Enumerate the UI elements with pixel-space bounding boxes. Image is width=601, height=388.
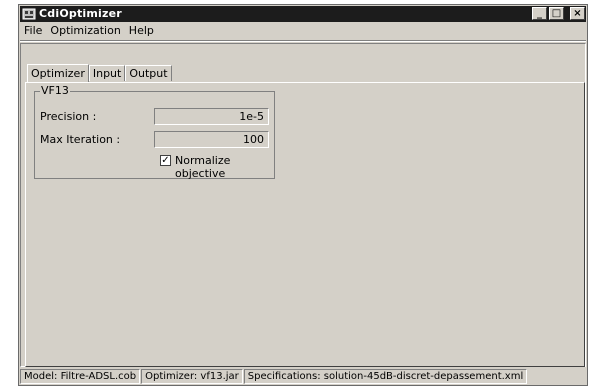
status-bar: Model: Filtre-ADSL.cob Optimizer: vf13.j… — [20, 369, 586, 384]
optimizer-panel: VF13 Precision : 1e-5 Max Iteration : 10… — [25, 82, 585, 367]
tab-strip: Optimizer Input Output — [27, 64, 172, 82]
tab-optimizer[interactable]: Optimizer — [27, 64, 89, 82]
tab-output[interactable]: Output — [125, 65, 172, 81]
status-model: Model: Filtre-ADSL.cob — [20, 369, 141, 384]
menu-divider — [20, 40, 586, 42]
maximize-button[interactable]: □ — [549, 7, 564, 20]
content-area: Optimizer Input Output VF13 Precision : … — [20, 43, 586, 367]
max-iteration-field[interactable]: 100 — [154, 131, 269, 148]
groupbox-title: VF13 — [40, 84, 70, 97]
main-window: CdiOptimizer _ □ × File Optimization Hel… — [18, 4, 588, 386]
close-button[interactable]: × — [570, 7, 585, 20]
menu-file[interactable]: File — [20, 23, 46, 39]
normalize-checkbox[interactable]: ✓ — [160, 155, 171, 166]
menu-help[interactable]: Help — [125, 23, 158, 39]
title-bar[interactable]: CdiOptimizer _ □ × — [20, 6, 586, 22]
status-optimizer: Optimizer: vf13.jar — [141, 369, 243, 384]
precision-label: Precision : — [40, 110, 97, 123]
tab-input[interactable]: Input — [88, 65, 126, 81]
max-iteration-label: Max Iteration : — [40, 133, 121, 146]
window-title: CdiOptimizer — [39, 7, 122, 20]
menu-bar: File Optimization Help — [20, 23, 586, 39]
status-specifications: Specifications: solution-45dB-discret-de… — [243, 369, 528, 384]
normalize-label[interactable]: Normalize objective — [175, 154, 274, 180]
minimize-button[interactable]: _ — [532, 7, 547, 20]
menu-optimization[interactable]: Optimization — [46, 23, 124, 39]
app-icon — [22, 8, 36, 20]
vf13-groupbox: VF13 Precision : 1e-5 Max Iteration : 10… — [34, 84, 275, 180]
precision-field[interactable]: 1e-5 — [154, 108, 269, 125]
